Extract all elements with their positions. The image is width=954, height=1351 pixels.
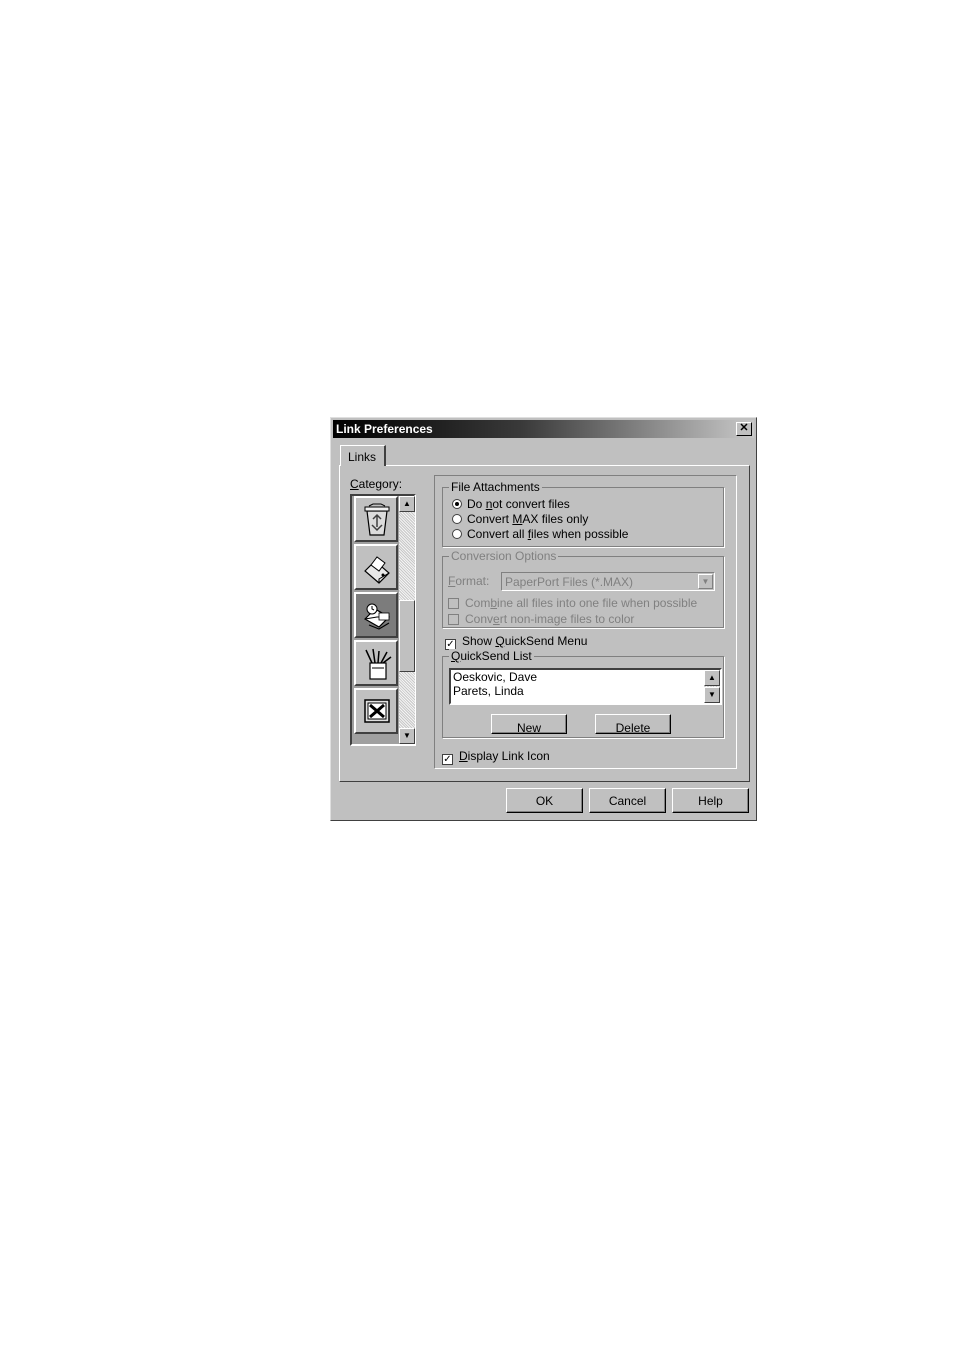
show-quicksend-checkbox[interactable]: ✓ Show QuickSend Menu [445,634,587,650]
ok-button[interactable]: OK [506,788,583,813]
delete-button[interactable]: Delete [595,714,671,735]
category-item-recycle[interactable] [354,496,398,542]
ok-button-label: OK [535,794,554,808]
quicksend-list-group: QuickSend List Oeskovic, Dave Parets, Li… [442,649,725,739]
printer-icon [364,556,390,584]
help-button[interactable]: Help [672,788,749,813]
scroll-down-button[interactable]: ▼ [399,728,415,744]
format-select-value: PaperPort Files (*.MAX) [505,575,634,589]
display-link-icon-checkbox[interactable]: ✓ Display Link Icon [442,749,550,765]
file-attachments-legend: File Attachments [449,480,542,494]
dropdown-arrow-icon[interactable]: ▼ [698,574,713,589]
arrow-down-icon: ▼ [403,731,411,740]
arrow-up-icon: ▲ [403,499,411,508]
category-item-printer[interactable] [354,544,398,590]
tab-links[interactable]: Links [340,445,386,466]
scroll-up-button[interactable]: ▲ [704,670,720,686]
radio-selected-icon [452,499,462,509]
list-item[interactable]: Parets, Linda [453,684,524,698]
arrow-down-icon: ▼ [708,690,716,699]
file-attachments-group: File Attachments Do not convert files Co… [442,480,725,548]
category-scrollbar[interactable]: ▲ ▼ [399,496,415,744]
mail-link-icon [364,603,390,630]
category-label: Category: [350,477,403,491]
new-button-label: New [516,721,541,735]
tab-links-label: Links [348,450,377,464]
format-label: Format: [448,574,490,588]
delete-button-label: Delete [615,721,651,735]
quicksend-listbox[interactable]: Oeskovic, Dave Parets, Linda ▲ ▼ [449,668,722,705]
checkmark-icon: ✓ [442,754,453,765]
quicksend-list-legend: QuickSend List [449,649,534,663]
new-button[interactable]: New [491,714,567,735]
convert-color-checkbox[interactable]: Convert non-image files to color [448,612,634,626]
checkbox-icon [448,598,459,609]
category-item-paint[interactable] [354,640,398,686]
radio-unselected-icon [452,514,462,524]
radio-convert-all[interactable]: Convert all files when possible [452,527,628,541]
radio-unselected-icon [452,529,462,539]
close-button[interactable]: ✕ [736,422,752,436]
dialog-title: Link Preferences [336,422,433,436]
combine-files-checkbox[interactable]: Combine all files into one file when pos… [448,596,697,610]
paint-tools-icon [365,648,392,680]
cancel-button-label: Cancel [608,794,647,808]
scroll-down-button[interactable]: ▼ [704,687,720,703]
title-bar[interactable]: Link Preferences ✕ [333,420,754,438]
scroll-thumb[interactable] [399,600,415,672]
radio-convert-max-only[interactable]: Convert MAX files only [452,512,588,526]
checkbox-icon [448,614,459,625]
quicksend-scrollbar[interactable]: ▲ ▼ [704,670,720,703]
conversion-options-legend: Conversion Options [449,549,559,563]
settings-panel: File Attachments Do not convert files Co… [434,475,737,769]
radio-do-not-convert[interactable]: Do not convert files [452,497,570,511]
list-item[interactable]: Oeskovic, Dave [453,670,537,684]
link-preferences-dialog: Link Preferences ✕ Links Category: ▲ ▼ F… [330,417,757,821]
category-item-excel[interactable] [354,688,398,734]
category-item-mail[interactable] [354,592,398,638]
format-select[interactable]: PaperPort Files (*.MAX) ▼ [501,572,715,591]
recycle-bin-icon [364,503,390,536]
cancel-button[interactable]: Cancel [589,788,666,813]
close-icon: ✕ [739,422,749,434]
arrow-up-icon: ▲ [708,673,716,682]
help-button-label: Help [698,794,723,808]
category-list[interactable]: ▲ ▼ [350,494,416,746]
scroll-up-button[interactable]: ▲ [399,496,415,512]
excel-icon [364,699,390,723]
conversion-options-group: Conversion Options Format: PaperPort Fil… [442,549,725,629]
